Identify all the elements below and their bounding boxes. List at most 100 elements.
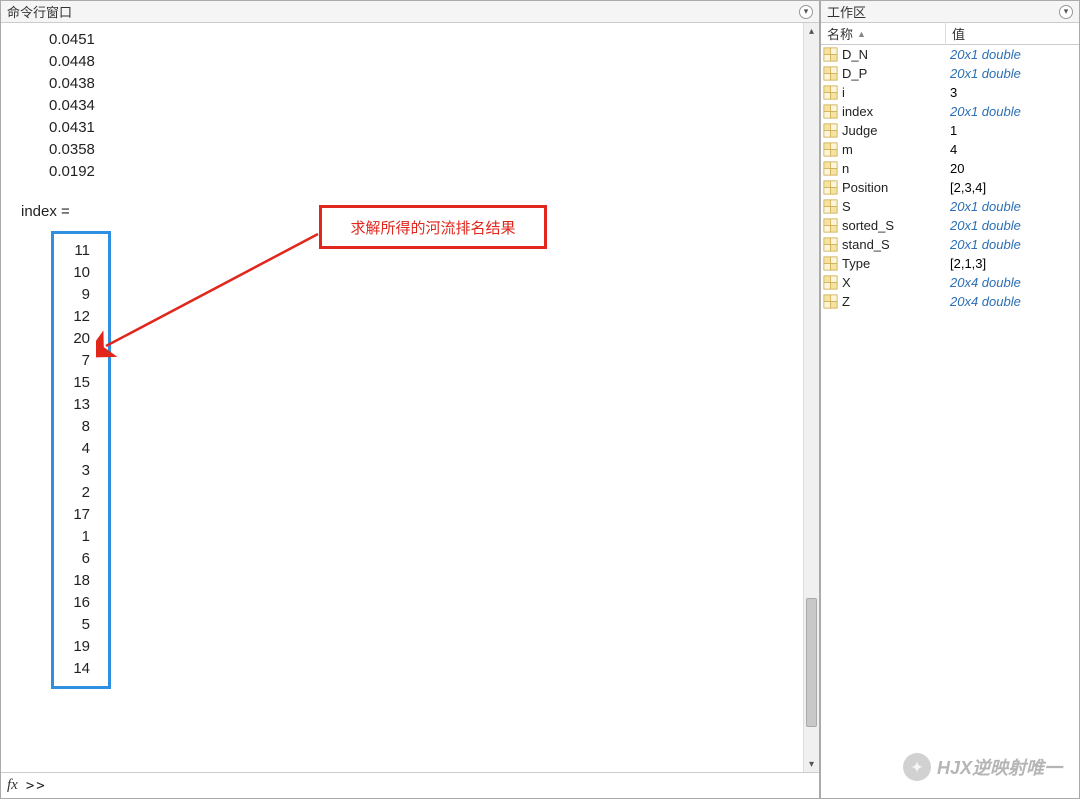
workspace-variable-row[interactable]: S20x1 double bbox=[821, 197, 1079, 216]
scroll-thumb[interactable] bbox=[806, 598, 817, 727]
variable-name: D_P bbox=[842, 66, 867, 81]
column-header-name[interactable]: 名称 ▲ bbox=[821, 22, 946, 45]
command-window-panel: 命令行窗口 ▾ 0.04510.04480.04380.04340.04310.… bbox=[0, 0, 820, 799]
workspace-variable-row[interactable]: Type[2,1,3] bbox=[821, 254, 1079, 273]
workspace-variable-row[interactable]: Judge 1 bbox=[821, 121, 1079, 140]
column-header-value[interactable]: 值 bbox=[946, 22, 1079, 45]
output-number: 0.0434 bbox=[19, 95, 801, 117]
workspace-header: 工作区 ▾ bbox=[821, 1, 1079, 23]
output-number: 0.0431 bbox=[19, 117, 801, 139]
index-value: 15 bbox=[54, 372, 108, 394]
variable-matrix-icon bbox=[823, 275, 838, 290]
index-value: 17 bbox=[54, 504, 108, 526]
variable-value: 20x1 double bbox=[946, 199, 1079, 214]
workspace-variable-row[interactable]: i3 bbox=[821, 83, 1079, 102]
workspace-variable-row[interactable]: stand_S20x1 double bbox=[821, 235, 1079, 254]
variable-name-cell: i bbox=[821, 85, 946, 100]
variable-name-cell: stand_S bbox=[821, 237, 946, 252]
index-value: 5 bbox=[54, 614, 108, 636]
sort-asc-icon: ▲ bbox=[857, 29, 866, 39]
command-window-body[interactable]: 0.04510.04480.04380.04340.04310.03580.01… bbox=[1, 23, 819, 772]
workspace-variable-row[interactable]: D_N 20x1 double bbox=[821, 45, 1079, 64]
variable-name: n bbox=[842, 161, 849, 176]
workspace-variable-row[interactable]: Z20x4 double bbox=[821, 292, 1079, 311]
scroll-track[interactable] bbox=[804, 39, 819, 756]
variable-matrix-icon bbox=[823, 237, 838, 252]
variable-matrix-icon bbox=[823, 123, 838, 138]
variable-matrix-icon bbox=[823, 218, 838, 233]
workspace-variable-row[interactable]: index20x1 double bbox=[821, 102, 1079, 121]
workspace-variable-row[interactable]: m4 bbox=[821, 140, 1079, 159]
variable-value: 20x1 double bbox=[946, 104, 1079, 119]
workspace-panel: 工作区 ▾ 名称 ▲ 值 D_N 20x1 double D_P 20x1 doubl… bbox=[820, 0, 1080, 799]
variable-value: 20x1 double bbox=[946, 47, 1079, 62]
command-output: 0.04510.04480.04380.04340.04310.03580.01… bbox=[1, 29, 819, 689]
variable-name-cell: Judge bbox=[821, 123, 946, 138]
column-header-value-label: 值 bbox=[952, 24, 965, 43]
output-number: 0.0192 bbox=[19, 161, 801, 183]
variable-matrix-icon bbox=[823, 256, 838, 271]
variable-name: Judge bbox=[842, 123, 877, 138]
index-value: 6 bbox=[54, 548, 108, 570]
variable-name: i bbox=[842, 85, 845, 100]
variable-matrix-icon bbox=[823, 85, 838, 100]
output-number: 0.0451 bbox=[19, 29, 801, 51]
variable-name: Type bbox=[842, 256, 870, 271]
workspace-variable-row[interactable]: X 20x4 double bbox=[821, 273, 1079, 292]
index-value: 7 bbox=[54, 350, 108, 372]
variable-name: Position bbox=[842, 180, 888, 195]
index-value: 1 bbox=[54, 526, 108, 548]
command-scrollbar[interactable]: ▴ ▾ bbox=[803, 23, 819, 772]
variable-matrix-icon bbox=[823, 161, 838, 176]
variable-value: 20x4 double bbox=[946, 294, 1079, 309]
command-window-header: 命令行窗口 ▾ bbox=[1, 1, 819, 23]
index-value: 16 bbox=[54, 592, 108, 614]
variable-name-cell: n bbox=[821, 161, 946, 176]
column-header-name-label: 名称 bbox=[827, 24, 853, 43]
variable-name-cell: Position bbox=[821, 180, 946, 195]
workspace-variable-row[interactable]: sorted_S20x1 double bbox=[821, 216, 1079, 235]
scroll-down-icon[interactable]: ▾ bbox=[804, 756, 819, 772]
variable-matrix-icon bbox=[823, 180, 838, 195]
workspace-variable-row[interactable]: D_P 20x1 double bbox=[821, 64, 1079, 83]
variable-value: 3 bbox=[946, 85, 1079, 100]
command-prompt-row[interactable]: fx >> bbox=[1, 772, 819, 798]
variable-value: 20x4 double bbox=[946, 275, 1079, 290]
variable-name-cell: S bbox=[821, 199, 946, 214]
index-value: 11 bbox=[54, 240, 108, 262]
index-value: 9 bbox=[54, 284, 108, 306]
variable-matrix-icon bbox=[823, 142, 838, 157]
variable-matrix-icon bbox=[823, 47, 838, 62]
variable-name-cell: index bbox=[821, 104, 946, 119]
command-prompt: >> bbox=[26, 778, 47, 794]
panel-menu-icon[interactable]: ▾ bbox=[1059, 5, 1073, 19]
workspace-variable-row[interactable]: Position[2,3,4] bbox=[821, 178, 1079, 197]
variable-value: 1 bbox=[946, 123, 1079, 138]
variable-name: D_N bbox=[842, 47, 868, 62]
variable-name-cell: sorted_S bbox=[821, 218, 946, 233]
scroll-up-icon[interactable]: ▴ bbox=[804, 23, 819, 39]
variable-name-cell: Z bbox=[821, 294, 946, 309]
workspace-variable-row[interactable]: n 20 bbox=[821, 159, 1079, 178]
workspace-body[interactable]: D_N20x1 doubleD_P20x1 doublei3index20x1 … bbox=[821, 45, 1079, 798]
annotation-box: 求解所得的河流排名结果 bbox=[319, 205, 547, 249]
fx-icon[interactable]: fx bbox=[7, 777, 18, 794]
index-value: 2 bbox=[54, 482, 108, 504]
panel-menu-icon[interactable]: ▾ bbox=[799, 5, 813, 19]
variable-name: m bbox=[842, 142, 853, 157]
index-value: 19 bbox=[54, 636, 108, 658]
index-value: 10 bbox=[54, 262, 108, 284]
variable-value: 20 bbox=[946, 161, 1079, 176]
variable-value: 4 bbox=[946, 142, 1079, 157]
index-value: 18 bbox=[54, 570, 108, 592]
variable-name: stand_S bbox=[842, 237, 890, 252]
variable-name-cell: Type bbox=[821, 256, 946, 271]
variable-matrix-icon bbox=[823, 294, 838, 309]
index-value: 20 bbox=[54, 328, 108, 350]
index-value: 8 bbox=[54, 416, 108, 438]
index-result-box: 1110912207151384321716181651914 bbox=[51, 231, 111, 689]
annotation-text: 求解所得的河流排名结果 bbox=[350, 217, 515, 238]
index-value: 3 bbox=[54, 460, 108, 482]
variable-name: X bbox=[842, 275, 851, 290]
variable-value: 20x1 double bbox=[946, 66, 1079, 81]
